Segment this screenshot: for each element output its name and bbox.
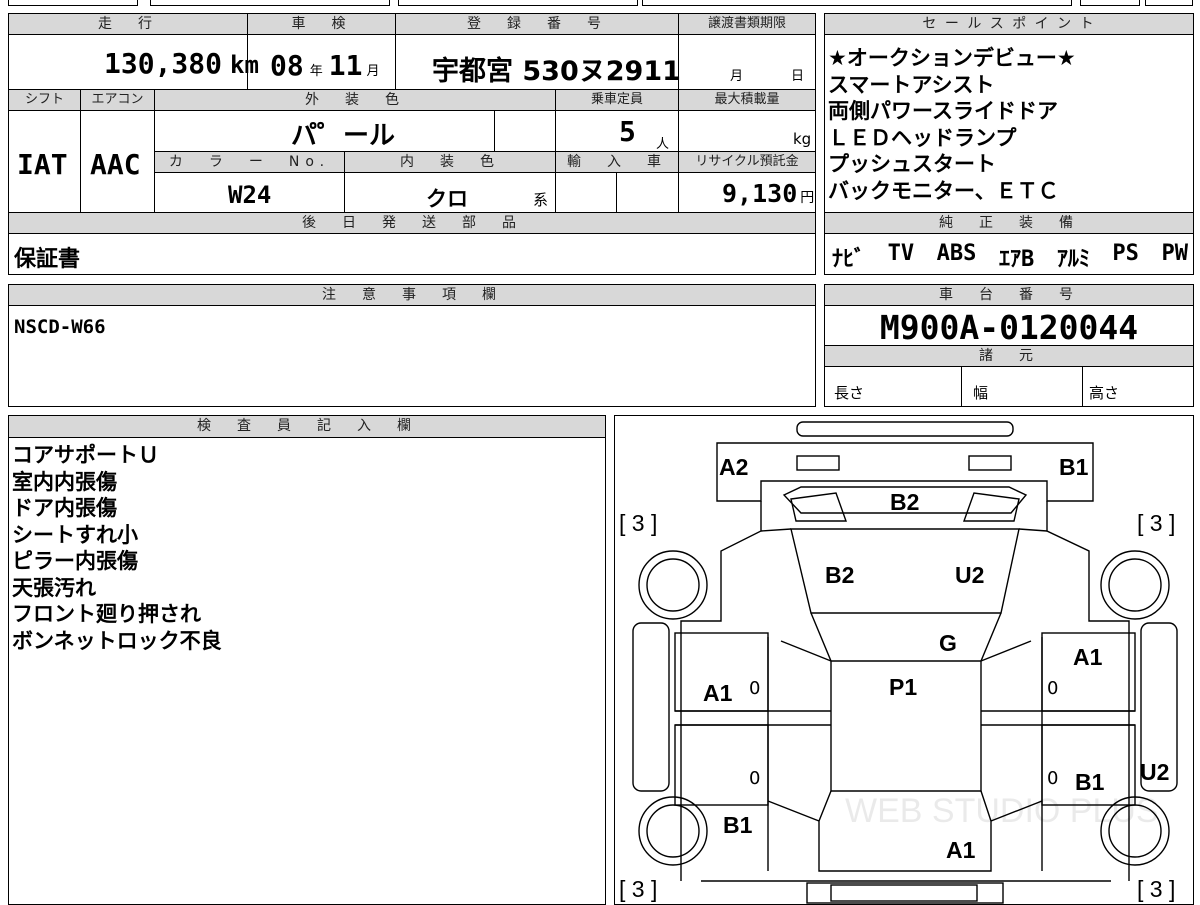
later-parts-header: 後 日 発 送 部 品 bbox=[8, 212, 816, 234]
damage-label: A1 bbox=[946, 837, 976, 863]
damage-label: B2 bbox=[825, 562, 855, 588]
tread-depth-fl: [ 3 ] bbox=[619, 510, 658, 536]
mileage-unit: km bbox=[230, 51, 259, 79]
zero-mark: 0 bbox=[1047, 678, 1059, 699]
aircon-value: AAC bbox=[90, 148, 141, 181]
interior-color-suffix: 系 bbox=[533, 191, 549, 209]
recycle-header: リサイクル預託金 bbox=[678, 151, 816, 173]
later-parts-value: 保証書 bbox=[14, 247, 81, 272]
sales-points-panel: セ ー ル ス ポ イ ン ト ★オークションデビュー★ スマートアシスト 両側… bbox=[824, 13, 1194, 275]
specs-header: 諸 元 bbox=[824, 345, 1194, 367]
mileage-value: 130,380 km bbox=[104, 47, 259, 80]
chassis-value: M900A-0120044 bbox=[879, 308, 1139, 347]
top-strip bbox=[0, 0, 1200, 8]
spec-width-label: 幅 bbox=[973, 384, 989, 402]
notes-panel: 注 意 事 項 欄 NSCD-W66 bbox=[8, 284, 816, 407]
sales-point-item: 両側パワースライドドア bbox=[828, 99, 1058, 123]
damage-label: P1 bbox=[889, 674, 918, 700]
equipment-item: ｱﾙﾐ bbox=[1056, 247, 1090, 272]
inspector-line: 天張汚れ bbox=[12, 575, 96, 600]
max-load-unit: kg bbox=[793, 130, 812, 148]
damage-label: A1 bbox=[703, 680, 733, 706]
inspector-line: コアサポートＵ bbox=[12, 443, 159, 467]
interior-color-value: クロ bbox=[426, 187, 468, 211]
inspector-line: シートすれ小 bbox=[12, 522, 138, 547]
exterior-color-header: 外 装 色 bbox=[154, 89, 556, 111]
damage-label: B2 bbox=[890, 489, 920, 515]
transfer-deadline-header: 譲渡書類期限 bbox=[678, 13, 816, 35]
equipment-item: PW bbox=[1161, 241, 1189, 266]
inspector-panel: 検 査 員 記 入 欄 コアサポートＵ 室内内張傷 ドア内張傷 シートすれ小 ピ… bbox=[8, 415, 606, 905]
vehicle-info-grid: 走 行 車 検 登 録 番 号 譲渡書類期限 130,380 km 08 年 11 月 … bbox=[8, 13, 816, 275]
color-no-value: W24 bbox=[228, 181, 272, 209]
sales-points-header: セ ー ル ス ポ イ ン ト bbox=[824, 13, 1194, 35]
watermark: WEB STUDIO PLUS bbox=[845, 792, 1159, 830]
equipment-item: PS bbox=[1112, 241, 1139, 266]
zero-mark: 0 bbox=[749, 678, 761, 699]
color-no-header: カ ラ ー No. bbox=[154, 151, 345, 173]
capacity-header: 乗車定員 bbox=[555, 89, 679, 111]
spec-height-label: 高さ bbox=[1089, 384, 1120, 402]
recycle-value: 9,130 円 bbox=[722, 179, 815, 208]
equipment-item: ｴｱB bbox=[999, 247, 1035, 272]
import-header: 輸 入 車 bbox=[555, 151, 679, 173]
sales-points-list: ★オークションデビュー★ スマートアシスト 両側パワースライドドア ＬＥＤヘッド… bbox=[828, 45, 1192, 204]
interior-color-header: 内 装 色 bbox=[344, 151, 556, 173]
shift-header: シフト bbox=[8, 89, 81, 111]
inspector-line: フロント廻り押され bbox=[12, 602, 201, 626]
inspection-header: 車 検 bbox=[247, 13, 396, 35]
capacity-unit: 人 bbox=[656, 137, 670, 152]
tread-depth-rl: [ 3 ] bbox=[619, 876, 658, 902]
tread-depth-fr: [ 3 ] bbox=[1137, 510, 1176, 536]
transfer-day-unit: 日 bbox=[791, 69, 805, 84]
sales-point-item: ＬＥＤヘッドランプ bbox=[828, 125, 1017, 150]
sales-point-item: スマートアシスト bbox=[828, 72, 995, 97]
car-diagram-panel: A2 B1 B2 B2 U2 G A1 A1 P1 B1 U2 B1 A1 [ … bbox=[614, 415, 1194, 905]
sales-point-item: バックモニター、ＥＴＣ bbox=[828, 178, 1059, 203]
inspector-line: ボンネットロック不良 bbox=[12, 628, 222, 653]
transfer-month-unit: 月 bbox=[730, 69, 744, 84]
notes-value: NSCD-W66 bbox=[14, 316, 106, 338]
capacity-value: 5 bbox=[619, 115, 636, 148]
chassis-header: 車 台 番 号 bbox=[824, 284, 1194, 306]
chassis-panel: 車 台 番 号 M900A-0120044 諸 元 長さ 幅 高さ bbox=[824, 284, 1194, 407]
equipment-item: TV bbox=[887, 241, 915, 266]
mileage-header: 走 行 bbox=[8, 13, 248, 35]
damage-label: B1 bbox=[723, 812, 753, 838]
damage-label: A2 bbox=[719, 454, 749, 480]
zero-mark: 0 bbox=[1047, 768, 1059, 789]
inspector-line: ピラー内張傷 bbox=[12, 549, 138, 573]
notes-header: 注 意 事 項 欄 bbox=[8, 284, 816, 306]
aircon-header: エアコン bbox=[80, 89, 155, 111]
genuine-equipment-header: 純 正 装 備 bbox=[824, 212, 1194, 234]
genuine-equipment-list: ﾅﾋﾞ TV ABS ｴｱB ｱﾙﾐ PS PW bbox=[832, 241, 1188, 273]
spec-length-label: 長さ bbox=[834, 384, 865, 402]
shift-value: IAT bbox=[17, 148, 68, 181]
inspector-line: 室内内張傷 bbox=[12, 469, 117, 494]
max-load-header: 最大積載量 bbox=[678, 89, 816, 111]
damage-label: A1 bbox=[1073, 644, 1103, 670]
inspector-header: 検 査 員 記 入 欄 bbox=[8, 415, 606, 438]
zero-mark: 0 bbox=[749, 768, 761, 789]
equipment-item: ﾅﾋﾞ bbox=[832, 247, 866, 272]
damage-label: U2 bbox=[955, 562, 985, 588]
registration-header: 登 録 番 号 bbox=[395, 13, 679, 35]
equipment-item: ABS bbox=[936, 241, 977, 266]
registration-value: 宇都宮 530ヌ2911 bbox=[432, 56, 681, 87]
sales-point-item: プッシュスタート bbox=[828, 152, 996, 176]
damage-label: B1 bbox=[1059, 454, 1089, 480]
inspector-lines: コアサポートＵ 室内内張傷 ドア内張傷 シートすれ小 ピラー内張傷 天張汚れ フ… bbox=[12, 442, 602, 654]
damage-label: U2 bbox=[1140, 759, 1170, 785]
exterior-color-value: パ゜ール bbox=[291, 121, 396, 151]
inspector-line: ドア内張傷 bbox=[12, 496, 117, 520]
tread-depth-rr: [ 3 ] bbox=[1137, 876, 1176, 902]
sales-point-item: ★オークションデビュー★ bbox=[828, 46, 1076, 70]
damage-label: G bbox=[939, 630, 957, 656]
inspection-value: 08 年 11 月 bbox=[270, 49, 380, 82]
